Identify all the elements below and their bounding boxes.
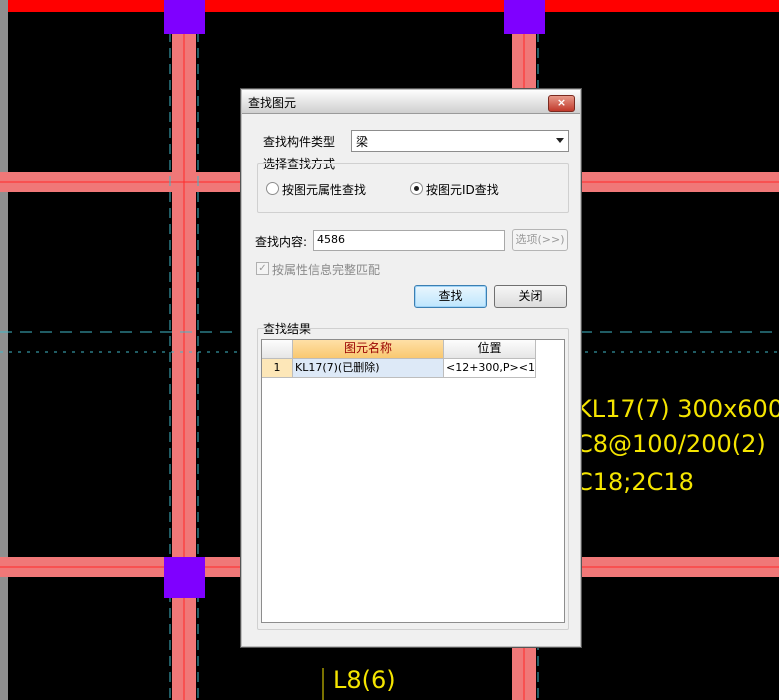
content-input-value: 4586 [317, 233, 345, 246]
table-corner-cell [262, 340, 293, 359]
row-position-cell[interactable]: <12+300,P><12, [444, 359, 536, 378]
chevron-down-icon [556, 138, 564, 143]
radio-by-id[interactable] [410, 182, 423, 195]
beam-label-rebar: C18;2C18 [576, 468, 694, 496]
content-label: 查找内容: [255, 235, 308, 249]
row-index-cell[interactable]: 1 [262, 359, 293, 378]
search-button[interactable]: 查找 [414, 285, 487, 308]
type-select[interactable]: 梁 [351, 130, 569, 152]
close-icon[interactable]: × [548, 95, 575, 112]
full-match-checkbox[interactable]: ✓ [256, 262, 269, 275]
beam-label-kl17: KL17(7) 300x600 [576, 395, 779, 423]
axis-line-top [0, 0, 779, 12]
radio-by-id-label[interactable]: 按图元ID查找 [426, 181, 499, 198]
content-input[interactable]: 4586 [313, 230, 505, 251]
beam-label-l8: L8(6) [333, 666, 396, 694]
column-header-name[interactable]: 图元名称 [293, 340, 444, 359]
column-top-right [504, 0, 545, 34]
radio-by-attribute-label[interactable]: 按图元属性查找 [282, 181, 366, 198]
full-match-label[interactable]: 按属性信息完整匹配 [272, 261, 380, 278]
column-bottom-left [164, 557, 205, 598]
type-label: 查找构件类型 [263, 135, 336, 149]
row-name-cell[interactable]: KL17(7)(已删除) [293, 359, 444, 378]
dialog-title: 查找图元 [248, 96, 297, 110]
column-header-position[interactable]: 位置 [444, 340, 536, 359]
results-table[interactable]: 图元名称 位置 1 KL17(7)(已删除) <12+300,P><12, [261, 339, 565, 623]
column-top-left [164, 0, 205, 34]
edge-strip-left [0, 0, 8, 700]
options-button[interactable]: 选项(>>) [512, 229, 568, 251]
radio-by-attribute[interactable] [266, 182, 279, 195]
beam-label-stirrup: C8@100/200(2) [576, 430, 766, 458]
close-button[interactable]: 关闭 [494, 285, 567, 308]
dialog-titlebar[interactable]: 查找图元 × [242, 90, 580, 114]
type-select-value: 梁 [356, 135, 369, 149]
